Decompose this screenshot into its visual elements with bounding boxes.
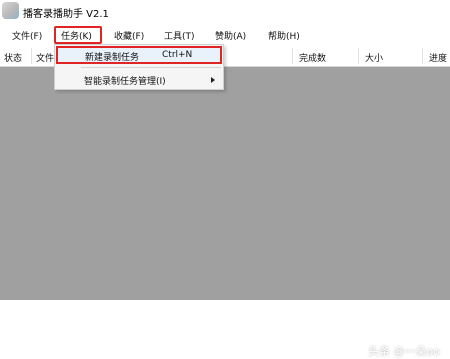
column-header-status[interactable]: 状态 [4,51,22,64]
column-separator[interactable] [358,48,359,64]
menu-separator [81,67,221,68]
task-dropdown-menu: 新建录制任务 Ctrl+N 智能录制任务管理(I) [54,44,224,90]
menu-favorites[interactable]: 收藏(F) [114,29,144,42]
column-header-size[interactable]: 大小 [365,51,383,64]
menu-help[interactable]: 帮助(H) [268,29,300,42]
column-separator[interactable] [31,48,32,64]
menu-task-highlight [54,26,102,44]
menu-item-new-recording-task[interactable]: 新建录制任务 Ctrl+N [56,46,222,64]
watermark-text: 头条 @一朵oo [368,345,440,358]
menu-item-label: 智能录制任务管理(I) [84,77,166,87]
menu-item-smart-task-manager[interactable]: 智能录制任务管理(I) [56,71,222,89]
title-bar: 播客录播助手 V2.1 [0,0,450,22]
task-list-area[interactable]: 头条 @一朵oo [0,67,450,358]
column-separator[interactable] [292,48,293,64]
submenu-arrow-icon [211,77,215,83]
menu-file[interactable]: 文件(F) [12,29,42,42]
column-header-progress[interactable]: 进度 [429,51,447,64]
column-header-completed[interactable]: 完成数 [299,51,326,64]
menu-item-label: 新建录制任务 [85,53,140,63]
column-separator[interactable] [422,48,423,64]
menu-item-shortcut: Ctrl+N [162,50,193,60]
column-header-file[interactable]: 文件 [36,51,54,64]
menu-tools[interactable]: 工具(T) [164,29,195,42]
menu-sponsor[interactable]: 赞助(A) [215,29,246,42]
window-title: 播客录播助手 V2.1 [23,9,109,20]
app-logo-icon [2,2,19,19]
